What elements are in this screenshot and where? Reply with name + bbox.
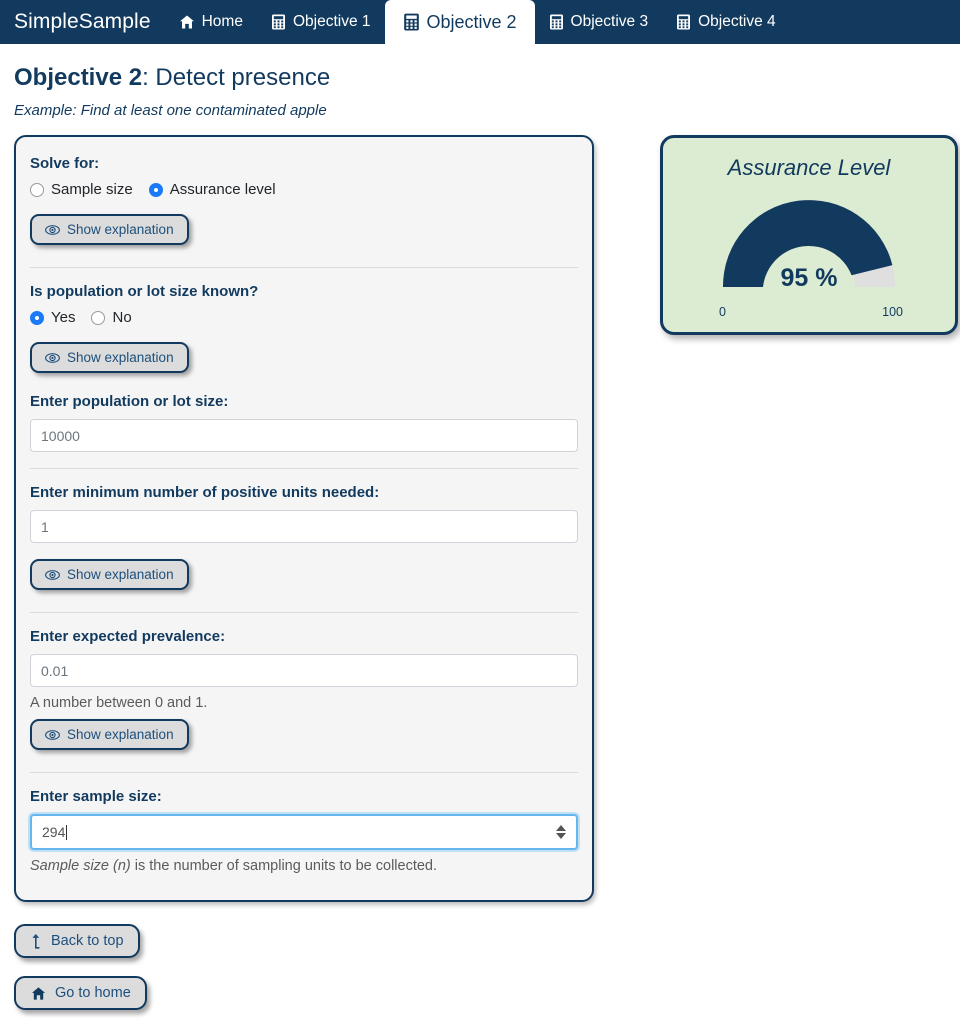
gauge-value: 95 % [780, 264, 838, 292]
show-explanation-button-population-known[interactable]: Show explanation [30, 342, 189, 373]
calculator-icon [403, 13, 420, 31]
prevalence-input[interactable]: 0.01 [30, 654, 578, 687]
population-size-label: Enter population or lot size: [30, 393, 229, 410]
sample-size-helper-em: Sample size (n) [30, 858, 131, 874]
calculator-icon [676, 14, 691, 30]
population-size-input[interactable]: 10000 [30, 419, 578, 452]
positive-units-label: Enter minimum number of positive units n… [30, 484, 380, 501]
arrow-up-icon [30, 933, 43, 949]
positive-units-input[interactable]: 1 [30, 510, 578, 543]
number-stepper[interactable] [556, 825, 566, 839]
navbar: SimpleSample Home Objective 1 Objective … [0, 0, 960, 44]
nav-item-objective-4[interactable]: Objective 4 [662, 0, 790, 44]
home-icon [179, 14, 195, 30]
radio-circle[interactable] [30, 182, 44, 197]
button-label: Show explanation [67, 567, 174, 582]
eye-icon [45, 224, 60, 236]
sample-size-helper-text: Sample size (n) is the number of samplin… [30, 858, 578, 874]
nav-label: Home [201, 13, 243, 30]
radio-option-yes[interactable]: Yes [30, 309, 75, 326]
button-label: Back to top [51, 933, 124, 949]
nav-label: Objective 2 [426, 11, 517, 32]
section-divider [30, 772, 578, 773]
radio-circle[interactable] [148, 182, 163, 197]
population-known-label: Is population or lot size known? [30, 283, 259, 300]
button-label: Show explanation [67, 350, 174, 365]
solve-for-label: Solve for: [30, 155, 100, 172]
nav-item-objective-3[interactable]: Objective 3 [535, 0, 663, 44]
button-label: Show explanation [67, 222, 174, 237]
radio-option-assurance-level[interactable]: Assurance level [148, 181, 276, 198]
calculator-icon [271, 14, 286, 30]
section-divider [30, 468, 578, 469]
gauge-min-label: 0 [719, 305, 726, 319]
radio-option-no[interactable]: No [91, 309, 132, 326]
radio-label: No [112, 309, 132, 326]
radio-label: Yes [51, 309, 76, 326]
eye-icon [45, 352, 60, 364]
nav-item-home[interactable]: Home [165, 0, 257, 44]
home-icon [30, 986, 47, 1001]
solve-for-radio-group: Sample size Assurance level [30, 181, 578, 198]
sample-size-helper-rest: is the number of sampling units to be co… [130, 858, 438, 874]
page-subtitle: Example: Find at least one contaminated … [14, 102, 327, 119]
nav-label: Objective 1 [292, 13, 371, 30]
gauge-title: Assurance Level [727, 155, 891, 180]
go-to-home-button[interactable]: Go to home [14, 976, 147, 1010]
stepper-down-icon[interactable] [556, 833, 566, 839]
section-divider [30, 612, 578, 613]
population-known-radio-group: Yes No [30, 309, 578, 326]
eye-icon [45, 569, 60, 581]
page-title: Objective 2: Detect presence [14, 64, 960, 92]
radio-circle[interactable] [91, 310, 106, 325]
prevalence-label: Enter expected prevalence: [30, 628, 226, 645]
sample-size-input[interactable]: 294 [30, 814, 578, 850]
button-label: Go to home [55, 985, 131, 1001]
radio-option-sample-size[interactable]: Sample size [30, 181, 133, 198]
radio-label: Assurance level [169, 181, 276, 198]
nav-item-objective-1[interactable]: Objective 1 [257, 0, 385, 44]
gauge-chart: 95 % 0 100 [709, 187, 909, 319]
page-title-rest: : Detect presence [142, 64, 331, 91]
gauge-max-label: 100 [882, 305, 903, 319]
nav-label: Objective 4 [698, 13, 776, 30]
main-layout: Solve for: Sample size Assurance level S… [0, 135, 960, 902]
prevalence-helper-text: A number between 0 and 1. [30, 695, 208, 711]
assurance-level-gauge-card: Assurance Level 95 % 0 100 [660, 135, 958, 335]
brand-logo[interactable]: SimpleSample [0, 0, 165, 44]
footer-buttons: Back to top Go to home [14, 924, 960, 1010]
section-divider [30, 267, 578, 268]
show-explanation-button-solve-for[interactable]: Show explanation [30, 214, 189, 245]
sample-size-label: Enter sample size: [30, 788, 162, 805]
calculator-form-panel: Solve for: Sample size Assurance level S… [14, 135, 594, 902]
nav-label: Objective 3 [570, 13, 649, 30]
stepper-up-icon[interactable] [556, 825, 566, 831]
nav-item-objective-2[interactable]: Objective 2 [384, 0, 535, 44]
button-label: Show explanation [67, 727, 174, 742]
back-to-top-button[interactable]: Back to top [14, 924, 140, 958]
sample-size-value-wrap: 294 [42, 823, 68, 841]
sample-size-value: 294 [42, 823, 66, 840]
radio-label: Sample size [51, 181, 133, 198]
show-explanation-button-prevalence[interactable]: Show explanation [30, 719, 189, 750]
text-cursor [66, 825, 68, 841]
radio-circle[interactable] [30, 310, 44, 325]
page-title-strong: Objective 2 [14, 64, 143, 91]
eye-icon [45, 729, 60, 741]
page-body: Objective 2: Detect presence Example: Fi… [0, 64, 960, 1010]
calculator-icon [549, 14, 564, 30]
show-explanation-button-positive-units[interactable]: Show explanation [30, 559, 189, 590]
